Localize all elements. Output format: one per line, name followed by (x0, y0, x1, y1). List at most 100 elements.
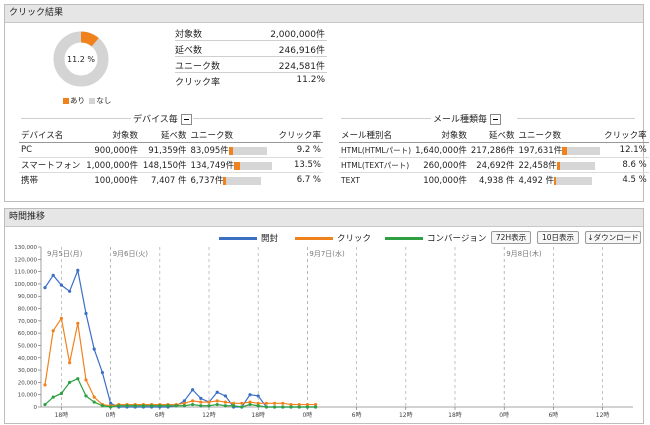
summary-value: 224,581件 (278, 62, 325, 72)
donut-legend: あり なし (63, 95, 111, 106)
series-point-2 (174, 404, 178, 408)
table-row: PC 900,000件 91,359件 83,095件 9.2 % (19, 142, 323, 158)
legend-yes-label: あり (70, 96, 85, 105)
rate-bar (554, 176, 593, 185)
series-point-2 (141, 404, 145, 408)
table-row: スマートフォン 1,000,000件 148,150件 134,749件 13.… (19, 157, 323, 173)
rate-bar-fill (562, 146, 568, 155)
summary-row: クリック率 11.2% (175, 73, 327, 88)
legend-conversion-swatch (385, 237, 423, 240)
rate-bar (234, 161, 273, 170)
total-count: 91,359件 (140, 142, 189, 158)
col-header: ユニーク数 (516, 128, 603, 143)
total-count: 7,407 件 (150, 176, 187, 186)
series-point-1 (273, 401, 277, 405)
time-trend-chart: 0 10,000 20,000 30,000 40,000 50,000 60,000 70,… (14, 245, 633, 419)
series-point-2 (256, 404, 260, 408)
y-tick-label: 120,000 (14, 257, 37, 263)
target-count: 1,000,000件 (83, 157, 141, 173)
mail-type-name: HTML(TEXTパート) (339, 157, 414, 173)
device-name: 携帯 (21, 176, 39, 186)
series-point-2 (314, 405, 318, 409)
x-tick-label: 12時 (202, 411, 216, 419)
rate-bar-fill (556, 161, 561, 170)
series-point-2 (68, 380, 72, 384)
col-header: 延べ数 (140, 128, 189, 143)
series-point-2 (109, 405, 113, 409)
series-point-2 (264, 405, 268, 409)
target-count: 900,000件 (83, 142, 141, 158)
series-point-2 (158, 404, 162, 408)
day-label: 9月8日(木) (506, 249, 542, 258)
summary-row: 延べ数 246,916件 (175, 41, 327, 57)
x-tick-label: 6時 (155, 411, 165, 419)
unique-count: 197,631件 (518, 146, 563, 156)
series-point-2 (100, 404, 104, 408)
series-point-2 (207, 404, 211, 408)
target-count: 100,000件 (423, 176, 467, 186)
series-point-2 (133, 404, 137, 408)
series-line-1 (44, 316, 316, 407)
time-trend-header: 時間推移 (5, 209, 643, 227)
series-point-0 (248, 393, 252, 397)
series-point-2 (215, 402, 219, 407)
col-header: メール種別名 (339, 128, 414, 143)
mail-collapse-button[interactable] (489, 114, 501, 125)
day-label: 9月5日(月) (47, 250, 83, 258)
x-tick-label: 0時 (302, 411, 312, 419)
rate-bar-fill (554, 176, 556, 185)
y-tick-label: 60,000 (18, 331, 38, 337)
rate-bar (228, 146, 267, 155)
series-point-1 (264, 401, 268, 405)
target-count: 1,640,000件 (413, 142, 469, 158)
donut-center-label: 11.2 % (67, 55, 95, 64)
legend-no-swatch (89, 98, 96, 104)
summary-row: ユニーク数 224,581件 (175, 57, 327, 73)
device-collapse-button[interactable] (180, 114, 192, 125)
rate-bar-fill (228, 146, 233, 155)
mail-type-name: HTML(HTMLパート) (339, 142, 414, 158)
unique-count: 22,458件 (518, 161, 557, 171)
mail-rule-right (517, 118, 635, 119)
series-point-0 (51, 273, 55, 277)
y-tick-label: 80,000 (18, 307, 38, 313)
rate-bar (562, 146, 601, 155)
summary-label: ユニーク数 (175, 62, 221, 72)
x-tick-label: 12時 (596, 411, 610, 419)
y-tick-label: 40,000 (18, 356, 38, 362)
series-point-0 (191, 388, 195, 392)
series-point-1 (215, 399, 219, 403)
device-rule-right (193, 118, 323, 119)
series-point-1 (199, 400, 203, 404)
series-point-1 (76, 321, 80, 325)
series-point-2 (43, 402, 47, 407)
series-point-2 (273, 405, 277, 409)
x-tick-label: 6時 (352, 411, 362, 419)
series-point-0 (92, 347, 96, 351)
table-row: TEXT 100,000件 4,938 件 4,492 件 4.5 % (339, 173, 649, 188)
mail-table-header: メール種別名 対象数 延べ数 ユニーク数 クリック率 (339, 128, 649, 143)
day-label: 9月7日(水) (309, 249, 345, 258)
total-count: 4,938 件 (478, 176, 515, 186)
series-point-0 (100, 370, 104, 375)
device-table: デバイス名 対象数 延べ数 ユニーク数 クリック率 PC 900,000件 91… (19, 128, 323, 187)
y-tick-label: 20,000 (18, 380, 38, 386)
click-rate: 6.7 % (296, 175, 321, 185)
series-point-1 (68, 361, 72, 365)
series-point-2 (289, 405, 293, 409)
summary-value: 11.2% (296, 75, 325, 85)
click-rate: 8.6 % (602, 157, 649, 173)
series-point-2 (248, 402, 252, 407)
series-point-2 (76, 377, 80, 381)
col-header: クリック率 (275, 128, 323, 143)
series-point-1 (240, 401, 244, 405)
summary-label: クリック率 (175, 78, 221, 88)
total-count: 217,286件 (468, 142, 517, 158)
table-row: HTML(HTMLパート) 1,640,000件 217,286件 197,63… (339, 142, 649, 158)
mail-section-title: メール種類毎 (433, 112, 501, 125)
y-tick-label: 110,000 (14, 270, 37, 276)
target-count: 260,000件 (413, 157, 469, 173)
summary-label: 延べ数 (175, 46, 203, 56)
mail-type-name: TEXT (341, 175, 360, 185)
rate-bar (556, 161, 595, 170)
